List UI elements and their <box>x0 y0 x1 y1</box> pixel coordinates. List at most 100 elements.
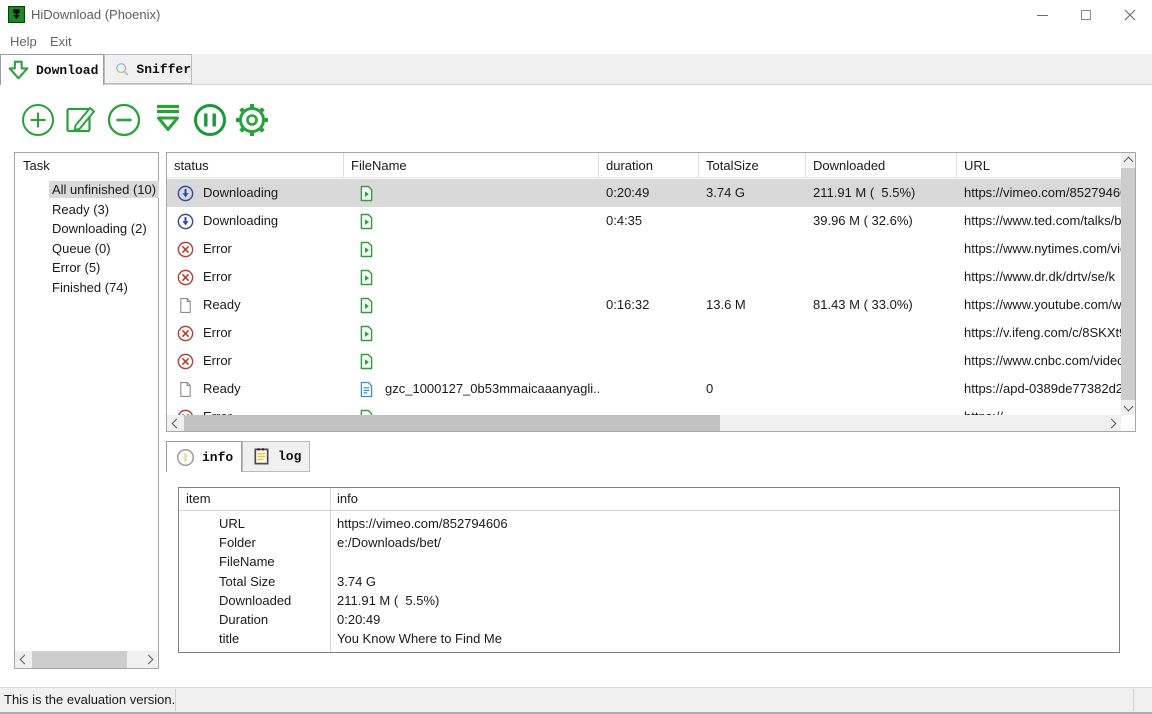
scroll-down-button[interactable] <box>1121 400 1135 415</box>
edit-task-button[interactable] <box>61 100 101 140</box>
column-header-filename[interactable]: FileName <box>344 153 599 178</box>
status-text: Downloading <box>203 207 278 235</box>
magnifier-icon <box>114 58 130 81</box>
status-bar-divider <box>1133 689 1134 711</box>
status-text: Ready <box>203 375 241 403</box>
scroll-thumb[interactable] <box>32 651 127 668</box>
close-button[interactable] <box>1108 0 1152 30</box>
table-row[interactable]: Ready 0:16:32 13.6 M 81.43 M ( 33.0%) ht… <box>167 291 1121 319</box>
text-file-icon <box>358 381 375 398</box>
tab-sniffer[interactable]: Sniffer <box>104 54 192 84</box>
window-title: HiDownload (Phoenix) <box>31 7 160 22</box>
app-window: HiDownload (Phoenix) Help Exit Download … <box>0 0 1152 714</box>
info-row-totalsize: Total Size3.74 G <box>179 572 1119 591</box>
tree-item-all-unfinished[interactable]: All unfinished (10) <box>49 180 159 200</box>
table-row[interactable]: Downloading 0:20:49 3.74 G 211.91 M ( 5.… <box>167 179 1121 207</box>
tree-item-ready[interactable]: Ready (3) <box>49 200 159 220</box>
close-icon <box>1124 9 1136 21</box>
downloaded-cell <box>806 347 957 375</box>
table-row[interactable]: Error https://www.dr.dk/drtv/se/k <box>167 263 1121 291</box>
url-cell: https://www.nytimes.com/vid <box>957 235 1121 263</box>
error-icon <box>177 241 194 258</box>
column-header-duration[interactable]: duration <box>599 153 699 178</box>
scroll-left-button[interactable] <box>15 651 32 668</box>
task-panel-hscrollbar[interactable] <box>15 651 158 668</box>
table-row[interactable]: Ready gzc_1000127_0b53mmaicaaanyagli... … <box>167 375 1121 403</box>
table-row[interactable]: Error https:// <box>167 403 1121 415</box>
chevron-left-icon <box>20 655 30 665</box>
remove-task-button[interactable] <box>104 100 144 140</box>
url-cell: https://www.dr.dk/drtv/se/k <box>957 263 1121 291</box>
column-header-totalsize[interactable]: TotalSize <box>699 153 806 178</box>
error-icon <box>177 353 194 370</box>
scroll-left-button[interactable] <box>167 415 184 431</box>
info-panel: item info URLhttps://vimeo.com/852794606… <box>178 487 1120 653</box>
download-arrow-icon <box>6 58 31 83</box>
url-cell: https://www.ted.com/talks/b <box>957 207 1121 235</box>
scroll-right-button[interactable] <box>141 651 158 668</box>
tree-item-queue[interactable]: Queue (0) <box>49 239 159 259</box>
url-cell: https://apd-0389de77382d2 <box>957 375 1121 403</box>
column-header-status[interactable]: status <box>167 153 344 178</box>
tree-item-downloading[interactable]: Downloading (2) <box>49 219 159 239</box>
table-row[interactable]: Error https://v.ifeng.com/c/8SKXt9 <box>167 319 1121 347</box>
table-row[interactable]: Error https://www.cnbc.com/video <box>167 347 1121 375</box>
tree-item-finished[interactable]: Finished (74) <box>49 278 159 298</box>
totalsize-cell <box>699 347 806 375</box>
table-row[interactable]: Downloading 0:4:35 39.96 M ( 32.6%) http… <box>167 207 1121 235</box>
downloaded-cell <box>806 263 957 291</box>
table-hscrollbar[interactable] <box>167 415 1121 431</box>
status-text: Ready <box>203 291 241 319</box>
status-text: Error <box>203 263 232 291</box>
totalsize-cell <box>699 263 806 291</box>
start-download-button[interactable] <box>148 100 188 140</box>
pause-button[interactable] <box>190 100 230 140</box>
column-header-downloaded[interactable]: Downloaded <box>806 153 957 178</box>
scroll-thumb[interactable] <box>1121 168 1135 401</box>
table-header: status FileName duration TotalSize Downl… <box>167 153 1121 179</box>
duration-cell: 0:16:32 <box>599 291 699 319</box>
settings-button[interactable] <box>232 100 272 140</box>
scroll-up-button[interactable] <box>1121 153 1135 168</box>
gear-icon <box>232 100 272 140</box>
tab-log-label: log <box>278 449 301 464</box>
toolbar <box>0 85 1152 152</box>
tree-item-error[interactable]: Error (5) <box>49 258 159 278</box>
table-vscrollbar[interactable] <box>1121 153 1135 415</box>
table-body: Downloading 0:20:49 3.74 G 211.91 M ( 5.… <box>167 179 1121 415</box>
menu-help[interactable]: Help <box>10 30 37 54</box>
scroll-thumb[interactable] <box>184 415 720 431</box>
log-icon <box>252 447 271 466</box>
duration-cell <box>599 347 699 375</box>
media-file-icon <box>358 325 375 342</box>
duration-cell <box>599 319 699 347</box>
add-task-button[interactable] <box>18 100 58 140</box>
column-header-url[interactable]: URL <box>957 153 1123 178</box>
media-file-icon <box>358 353 375 370</box>
url-cell: https://vimeo.com/852794606 <box>957 179 1121 207</box>
status-text: Error <box>203 403 232 415</box>
tab-info[interactable]: info <box>166 441 242 472</box>
maximize-button[interactable] <box>1064 0 1108 30</box>
menu-exit[interactable]: Exit <box>50 30 72 54</box>
info-row-filename: FileName <box>179 552 1119 571</box>
tab-download[interactable]: Download <box>0 54 104 85</box>
totalsize-cell <box>699 207 806 235</box>
info-icon <box>176 448 195 467</box>
minus-circle-icon <box>104 100 144 140</box>
downloaded-cell: 81.43 M ( 33.0%) <box>806 291 957 319</box>
downloaded-cell <box>806 235 957 263</box>
minimize-button[interactable] <box>1020 0 1064 30</box>
tab-log[interactable]: log <box>242 441 310 472</box>
table-row[interactable]: Error https://www.nytimes.com/vid <box>167 235 1121 263</box>
status-bar-text: This is the evaluation version. <box>4 692 175 707</box>
downloading-icon <box>177 213 194 230</box>
media-file-icon <box>358 269 375 286</box>
downloading-icon <box>177 185 194 202</box>
plus-circle-icon <box>18 100 58 140</box>
scroll-right-button[interactable] <box>1104 415 1121 431</box>
media-file-icon <box>358 297 375 314</box>
edit-pencil-icon <box>61 100 101 140</box>
download-icon <box>148 100 188 140</box>
url-cell: https://v.ifeng.com/c/8SKXt9 <box>957 319 1121 347</box>
